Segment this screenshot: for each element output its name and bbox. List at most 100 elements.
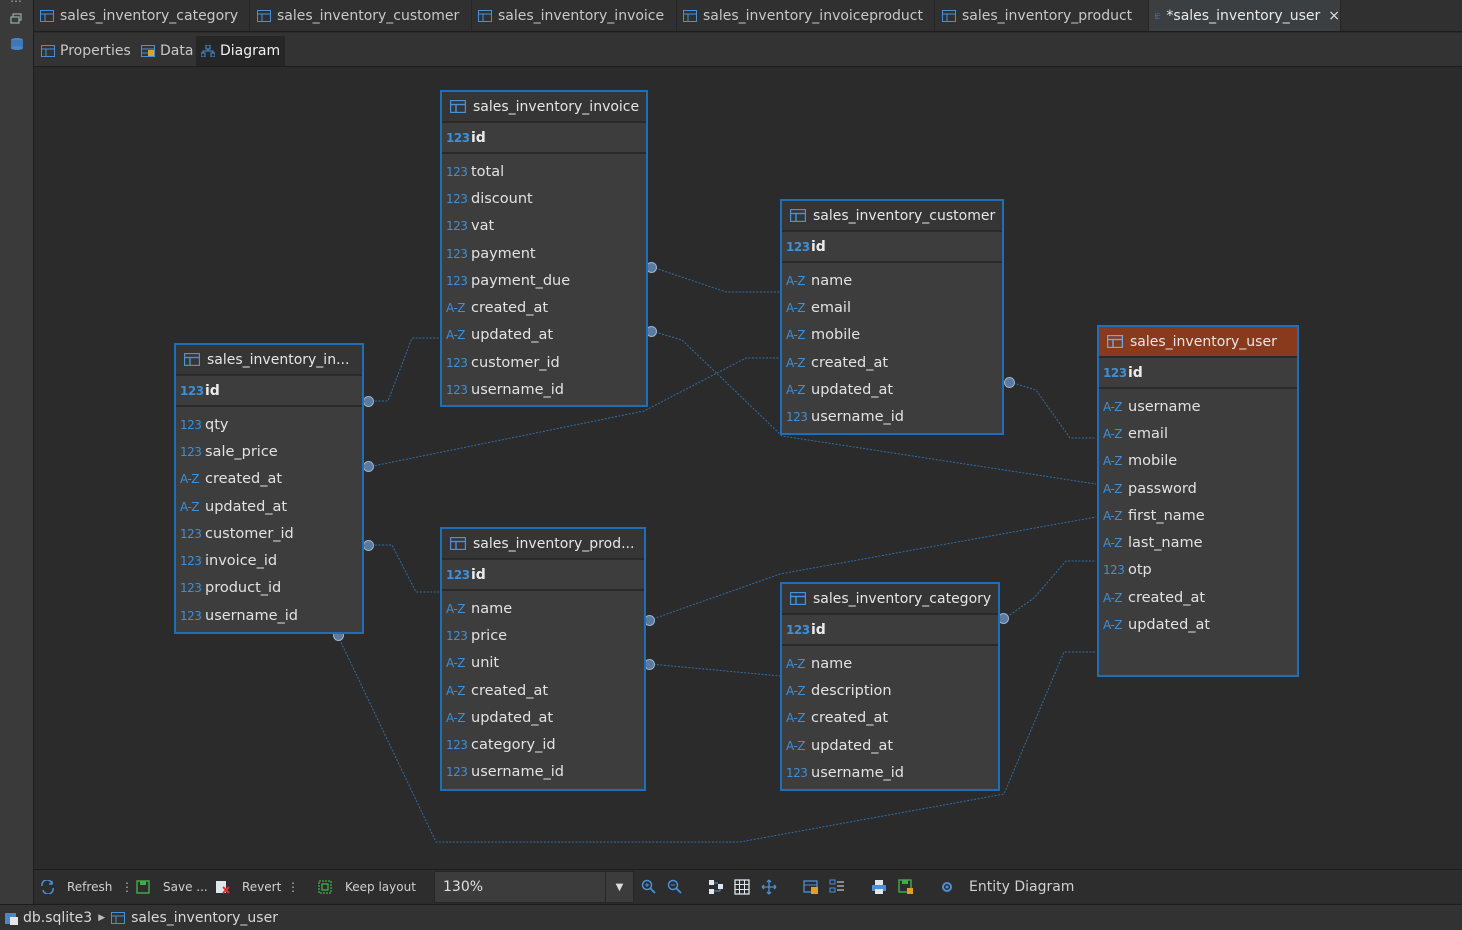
column-row[interactable]: A-Z email [782,294,1002,321]
tab-properties[interactable]: Properties [36,36,136,66]
column-row[interactable]: A-Z first_name [1099,502,1297,529]
column-row[interactable]: 123 username_id [782,403,1002,430]
column-row[interactable]: A-Z updated_at [782,732,998,759]
column-row[interactable]: 123 payment_due [442,267,646,294]
entity-sales-inventory-invoiceproduct[interactable]: sales_inventory_in... 123 id 123 qty 123 sa… [174,343,364,634]
column-row[interactable]: 123 customer_id [176,520,362,547]
breadcrumb-database[interactable]: db.sqlite3 [23,910,92,926]
column-row[interactable]: A-Z name [442,595,644,622]
restore-icon[interactable] [9,12,25,26]
column-row[interactable]: A-Z username [1099,393,1297,420]
diagram-canvas[interactable]: sales_inventory_invoice 123 id 123 total 1… [36,68,1462,868]
move-icon[interactable] [761,879,777,895]
entity-header[interactable]: sales_inventory_invoice [442,92,646,123]
primary-key-column[interactable]: 123 id [782,232,1002,263]
revert-button[interactable]: Revert [215,870,281,904]
primary-key-column[interactable]: 123 id [1099,358,1297,389]
chevron-down-icon[interactable]: ▼ [605,872,633,902]
column-row[interactable]: A-Z updated_at [442,322,646,349]
column-row[interactable]: 123 otp [1099,557,1297,584]
fk-connector[interactable] [1004,377,1015,388]
column-row[interactable]: 123 username_id [442,759,644,786]
column-row[interactable]: 123 username_id [176,602,362,629]
column-row[interactable]: 123 sale_price [176,438,362,465]
entity-header[interactable]: sales_inventory_user [1099,327,1297,358]
column-row[interactable]: A-Z created_at [176,466,362,493]
zoom-select[interactable]: 130% ▼ [434,871,634,903]
fk-connector[interactable] [363,461,374,472]
column-row[interactable]: A-Z mobile [1099,448,1297,475]
table-view-icon[interactable] [803,879,819,895]
column-row[interactable]: A-Z created_at [782,349,1002,376]
column-row[interactable]: A-Z updated_at [176,493,362,520]
entity-sales-inventory-invoice[interactable]: sales_inventory_invoice 123 id 123 total 1… [440,90,648,407]
column-row[interactable]: 123 username_id [782,759,998,786]
primary-key-column[interactable]: 123 id [782,615,998,646]
entity-diagram-settings-button[interactable]: Entity Diagram [940,870,1074,904]
zoom-in-icon[interactable] [641,879,657,895]
primary-key-column[interactable]: 123 id [442,560,644,591]
column-row[interactable]: A-Z last_name [1099,529,1297,556]
tab-sales-inventory-invoice[interactable]: sales_inventory_invoice [472,0,677,31]
column-row[interactable]: A-Z updated_at [442,704,644,731]
entity-sales-inventory-product[interactable]: sales_inventory_prod... 123 id A-Z name 12… [440,527,646,791]
column-row[interactable]: 123 discount [442,185,646,212]
column-row[interactable]: A-Z name [782,650,998,677]
column-row[interactable]: 123 category_id [442,731,644,758]
entity-header[interactable]: sales_inventory_category [782,584,998,615]
primary-key-column[interactable]: 123 id [442,123,646,154]
column-row[interactable]: 123 vat [442,213,646,240]
entity-header[interactable]: sales_inventory_customer [782,201,1002,232]
primary-key-column[interactable]: 123 id [176,376,362,407]
column-row[interactable]: 123 product_id [176,575,362,602]
column-row[interactable]: A-Z description [782,677,998,704]
tab-sales-inventory-invoiceproduct[interactable]: sales_inventory_invoiceproduct [677,0,935,31]
tab-diagram[interactable]: Diagram [196,36,286,66]
save-button[interactable]: Save ... [136,870,208,904]
entity-header[interactable]: sales_inventory_in... [176,345,362,376]
tab-sales-inventory-product[interactable]: sales_inventory_product [936,0,1149,31]
entity-sales-inventory-user[interactable]: sales_inventory_user 123 id A-Z username A… [1097,325,1299,677]
tab-sales-inventory-user[interactable]: *sales_inventory_user × [1149,0,1341,31]
print-icon[interactable] [871,879,887,895]
column-row[interactable]: A-Z name [782,267,1002,294]
keep-layout-button[interactable]: Keep layout [318,870,416,904]
entity-sales-inventory-category[interactable]: sales_inventory_category 123 id A-Z name A… [780,582,1000,791]
entity-header[interactable]: sales_inventory_prod... [442,529,644,560]
grid-icon[interactable] [734,879,750,895]
column-row[interactable]: A-Z updated_at [782,376,1002,403]
tab-data[interactable]: Data [136,36,198,66]
column-row[interactable]: A-Z created_at [782,705,998,732]
export-image-icon[interactable] [898,879,914,895]
column-row[interactable]: 123 price [442,622,644,649]
refresh-button[interactable]: Refresh [40,870,112,904]
column-row[interactable]: A-Z unit [442,650,644,677]
column-row[interactable]: 123 invoice_id [176,547,362,574]
column-row[interactable]: A-Z created_at [442,294,646,321]
column-row[interactable]: 123 qty [176,411,362,438]
tab-sales-inventory-category[interactable]: sales_inventory_category [34,0,250,31]
column-row[interactable]: A-Z created_at [442,677,644,704]
revert-label: Revert [242,880,282,894]
tab-sales-inventory-customer[interactable]: sales_inventory_customer [251,0,472,31]
column-row[interactable]: A-Z password [1099,475,1297,502]
column-row[interactable]: A-Z created_at [1099,584,1297,611]
fk-connector[interactable] [363,396,374,407]
arrange-icon[interactable] [708,879,724,895]
column-row[interactable]: 123 customer_id [442,349,646,376]
breadcrumb-table[interactable]: sales_inventory_user [131,910,278,926]
column-row[interactable]: A-Z updated_at [1099,611,1297,638]
column-row[interactable]: 123 username_id [442,376,646,403]
attributes-icon[interactable] [829,879,845,895]
number-type-icon: 123 [1103,563,1125,578]
entity-sales-inventory-customer[interactable]: sales_inventory_customer 123 id A-Z name A… [780,199,1004,435]
fk-connector[interactable] [363,540,374,551]
column-row[interactable]: 123 payment [442,240,646,267]
zoom-out-icon[interactable] [667,879,683,895]
column-row[interactable]: 123 total [442,158,646,185]
column-row[interactable]: A-Z mobile [782,322,1002,349]
column-row[interactable]: A-Z email [1099,420,1297,447]
close-icon[interactable]: × [1328,8,1340,24]
more-icon[interactable]: ⋯ [10,0,22,8]
database-navigator-icon[interactable] [9,37,25,51]
